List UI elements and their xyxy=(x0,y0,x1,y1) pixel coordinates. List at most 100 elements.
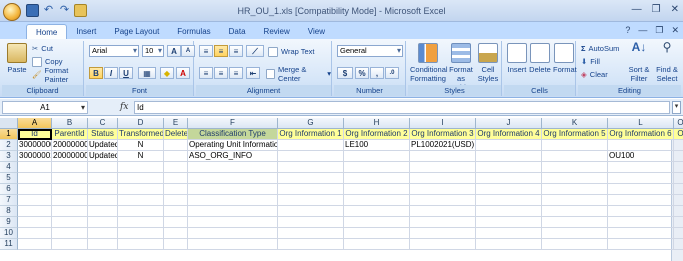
grid-cell[interactable] xyxy=(344,206,410,217)
column-header-a[interactable]: A xyxy=(18,118,52,129)
grid-cell[interactable] xyxy=(410,217,476,228)
grid-cell[interactable] xyxy=(476,228,542,239)
tab-page-layout[interactable]: Page Layout xyxy=(105,24,168,39)
workbook-restore-icon[interactable]: ❐ xyxy=(655,25,663,36)
grid-cell[interactable] xyxy=(18,228,52,239)
align-middle-icon[interactable]: ≡ xyxy=(214,45,228,57)
format-cells-button[interactable]: Format xyxy=(553,43,577,74)
grid-cell[interactable] xyxy=(164,151,188,162)
workbook-minimize-icon[interactable]: — xyxy=(638,25,647,36)
grid-cell[interactable] xyxy=(118,228,164,239)
grid-cell[interactable] xyxy=(476,239,542,250)
row-header-6[interactable]: 6 xyxy=(0,184,18,195)
grid-cell[interactable] xyxy=(118,239,164,250)
grid-cell[interactable] xyxy=(674,217,683,228)
grid-cell[interactable] xyxy=(88,206,118,217)
grid-cell[interactable]: 20000000 xyxy=(52,140,88,151)
column-header-i[interactable]: I xyxy=(410,118,476,129)
grid-cell[interactable] xyxy=(278,151,344,162)
grid-cell[interactable] xyxy=(164,228,188,239)
grid-cell[interactable] xyxy=(188,184,278,195)
grid-cell[interactable] xyxy=(278,217,344,228)
grid-cell[interactable] xyxy=(164,217,188,228)
increase-decimal-icon[interactable]: .0 xyxy=(385,67,399,79)
grid-cell[interactable] xyxy=(52,184,88,195)
grid-cell[interactable] xyxy=(410,206,476,217)
grow-font-button[interactable]: A xyxy=(167,45,181,57)
tab-view[interactable]: View xyxy=(299,24,334,39)
fill-button[interactable]: ⬇ Fill xyxy=(581,56,600,67)
grid-cell[interactable]: ASO_ORG_INFO xyxy=(188,151,278,162)
grid-cell[interactable] xyxy=(476,206,542,217)
grid-cell[interactable]: OU100 xyxy=(608,151,674,162)
header-cell[interactable]: Org Information 5 xyxy=(542,129,608,140)
align-bottom-icon[interactable]: ≡ xyxy=(229,45,243,57)
grid-cell[interactable] xyxy=(344,162,410,173)
grid-cell[interactable] xyxy=(608,228,674,239)
grid-cell[interactable] xyxy=(410,239,476,250)
grid-cell[interactable] xyxy=(476,173,542,184)
grid-cell[interactable] xyxy=(118,173,164,184)
header-cell[interactable]: O xyxy=(674,129,683,140)
header-cell[interactable]: Org Information 2 xyxy=(344,129,410,140)
format-painter-button[interactable]: 🖌 Format Painter xyxy=(32,66,83,84)
grid-cell[interactable] xyxy=(674,239,683,250)
grid-cell[interactable] xyxy=(344,151,410,162)
header-cell[interactable]: Org Information 1 xyxy=(278,129,344,140)
grid-cell[interactable] xyxy=(88,239,118,250)
column-header-d[interactable]: D xyxy=(118,118,164,129)
grid-cell[interactable] xyxy=(52,195,88,206)
restore-icon[interactable]: ❐ xyxy=(652,4,661,15)
bold-button[interactable]: B xyxy=(89,67,103,79)
grid-cell[interactable] xyxy=(164,173,188,184)
grid-cell[interactable] xyxy=(52,239,88,250)
conditional-formatting-button[interactable]: Conditional Formatting xyxy=(410,43,448,83)
grid-cell[interactable] xyxy=(542,217,608,228)
grid-cell[interactable]: Updated xyxy=(88,140,118,151)
grid-cell[interactable] xyxy=(278,228,344,239)
grid-cell[interactable] xyxy=(18,162,52,173)
grid-cell[interactable] xyxy=(88,195,118,206)
grid-cell[interactable] xyxy=(608,206,674,217)
grid-cell[interactable] xyxy=(18,217,52,228)
grid-cell[interactable] xyxy=(674,173,683,184)
align-top-icon[interactable]: ≡ xyxy=(199,45,213,57)
column-header-h[interactable]: H xyxy=(344,118,410,129)
expand-formula-bar-icon[interactable]: ▾ xyxy=(672,101,681,114)
grid-cell[interactable] xyxy=(542,162,608,173)
grid-cell[interactable] xyxy=(278,184,344,195)
grid-cell[interactable] xyxy=(410,184,476,195)
grid-cell[interactable] xyxy=(164,206,188,217)
grid-cell[interactable] xyxy=(674,184,683,195)
grid-cell[interactable] xyxy=(18,206,52,217)
grid-cell[interactable] xyxy=(476,140,542,151)
tab-data[interactable]: Data xyxy=(220,24,255,39)
header-cell[interactable]: ParentId xyxy=(52,129,88,140)
currency-button[interactable]: $ xyxy=(337,67,353,79)
column-header-o[interactable]: O xyxy=(674,118,683,129)
grid-cell[interactable] xyxy=(88,184,118,195)
tab-review[interactable]: Review xyxy=(255,24,299,39)
grid-cell[interactable] xyxy=(674,151,683,162)
borders-button[interactable]: ▦ xyxy=(138,67,156,79)
column-header-g[interactable]: G xyxy=(278,118,344,129)
grid-cell[interactable] xyxy=(188,217,278,228)
grid-cell[interactable] xyxy=(542,184,608,195)
row-header-2[interactable]: 2 xyxy=(0,140,18,151)
autosum-button[interactable]: Σ AutoSum xyxy=(581,43,619,54)
grid-cell[interactable] xyxy=(118,217,164,228)
grid-cell[interactable] xyxy=(410,151,476,162)
paste-button[interactable]: Paste xyxy=(5,43,29,74)
grid-cell[interactable] xyxy=(52,173,88,184)
grid-cell[interactable] xyxy=(674,206,683,217)
grid-cell[interactable] xyxy=(674,195,683,206)
grid-cell[interactable]: PL1002021(USD) xyxy=(410,140,476,151)
column-header-k[interactable]: K xyxy=(542,118,608,129)
font-color-button[interactable]: A xyxy=(176,67,190,79)
header-cell[interactable]: Org Information 6 xyxy=(608,129,674,140)
grid-cell[interactable] xyxy=(88,228,118,239)
grid-cell[interactable]: 20000000 xyxy=(52,151,88,162)
column-header-b[interactable]: B xyxy=(52,118,88,129)
grid-cell[interactable] xyxy=(88,173,118,184)
header-cell[interactable]: Classification Type xyxy=(188,129,278,140)
